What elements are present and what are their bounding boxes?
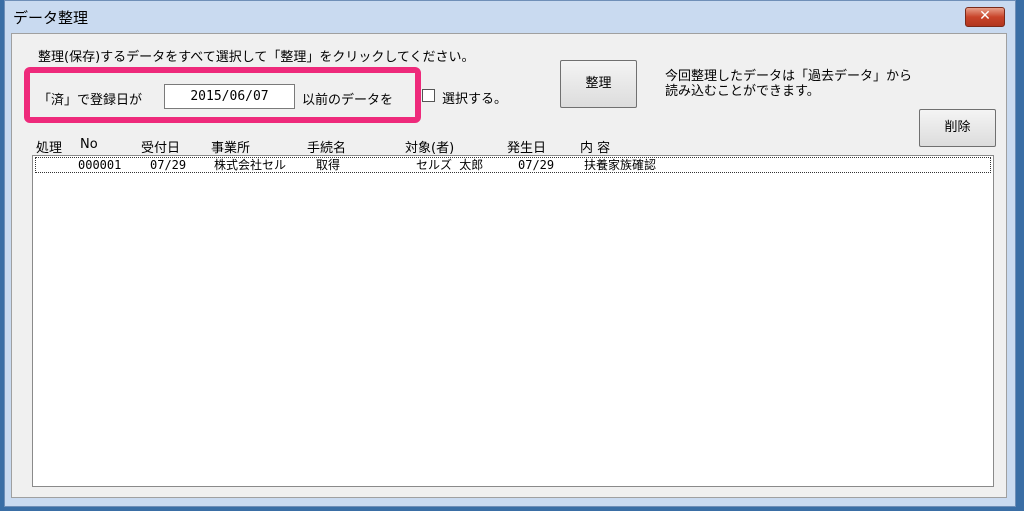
dialog-body: 整理(保存)するデータをすべて選択して「整理」をクリックしてください。 「済」で… bbox=[11, 33, 1007, 498]
column-header-no: No bbox=[80, 137, 98, 152]
column-header-content: 内 容 bbox=[580, 141, 611, 156]
select-checkbox[interactable] bbox=[422, 89, 435, 102]
instruction-text: 整理(保存)するデータをすべて選択して「整理」をクリックしてください。 bbox=[38, 50, 475, 65]
close-button[interactable]: ✕ bbox=[965, 7, 1005, 27]
window-title: データ整理 bbox=[13, 9, 89, 27]
registration-date-input[interactable]: 2015/06/07 bbox=[164, 84, 295, 109]
data-organize-window: データ整理 ✕ 整理(保存)するデータをすべて選択して「整理」をクリックしてくだ… bbox=[4, 0, 1016, 507]
column-header-office: 事業所 bbox=[211, 141, 251, 156]
filter-suffix-label: 以前のデータを bbox=[302, 93, 394, 108]
filter-prefix-label: 「済」で登録日が bbox=[38, 93, 143, 108]
checkbox-label: 選択する。 bbox=[442, 92, 508, 107]
organize-button[interactable]: 整理 bbox=[560, 60, 637, 108]
cell-procedure: 取得 bbox=[316, 158, 341, 172]
cell-content: 扶養家族確認 bbox=[584, 158, 657, 172]
delete-button[interactable]: 削除 bbox=[919, 109, 996, 147]
cell-no: 000001 bbox=[78, 158, 122, 172]
info-text: 今回整理したデータは「過去データ」から 読み込むことができます。 bbox=[665, 69, 913, 99]
cell-occurred: 07/29 bbox=[518, 158, 555, 172]
data-list[interactable]: 000001 07/29 株式会社セル 取得 セルズ 太郎 07/29 扶養家族… bbox=[32, 155, 994, 487]
column-header-procedure: 手続名 bbox=[307, 141, 347, 156]
cell-target: セルズ 太郎 bbox=[416, 158, 484, 172]
list-item[interactable]: 000001 07/29 株式会社セル 取得 セルズ 太郎 07/29 扶養家族… bbox=[35, 157, 991, 173]
cell-office: 株式会社セル bbox=[214, 158, 287, 172]
column-header-process: 処理 bbox=[36, 141, 63, 156]
column-header-occurred: 発生日 bbox=[507, 141, 547, 156]
cell-received: 07/29 bbox=[150, 158, 187, 172]
column-header-target: 対象(者) bbox=[405, 141, 455, 156]
title-bar: データ整理 ✕ bbox=[5, 1, 1015, 33]
column-header-received: 受付日 bbox=[141, 141, 181, 156]
